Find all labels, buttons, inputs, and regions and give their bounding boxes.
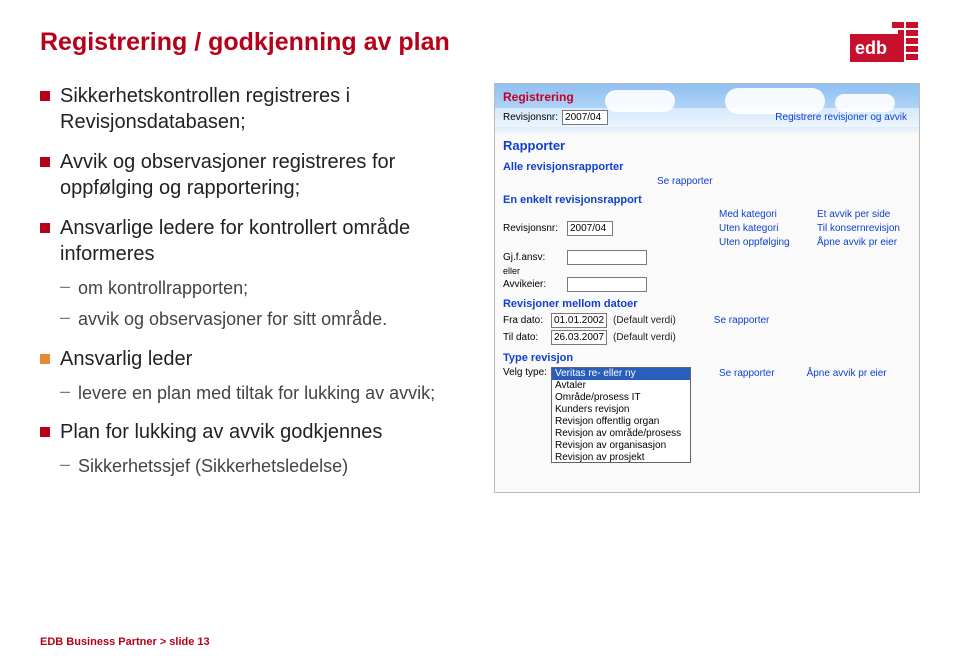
alle-rapporter-heading: Alle revisjonsrapporter [495, 155, 919, 175]
listbox-option[interactable]: Område/prosess IT [552, 392, 690, 404]
default-note-2: (Default verdi) [613, 332, 676, 343]
app-header: Registrering Revisjonsnr: 2007/04 Regist… [495, 84, 919, 134]
et-avvik-link[interactable]: Et avvik per side [813, 208, 911, 221]
slide-title: Registrering / godkjenning av plan [40, 28, 920, 57]
default-note: (Default verdi) [613, 315, 676, 326]
bullet-list: Sikkerhetskontrollen registreres i Revis… [40, 83, 466, 493]
app-screenshot: Registrering Revisjonsnr: 2007/04 Regist… [494, 83, 920, 493]
bullet-item: Plan for lukking av avvik godkjennes Sik… [40, 419, 466, 478]
se-rapporter-link-3[interactable]: Se rapporter [715, 367, 779, 380]
listbox-option[interactable]: Avtaler [552, 380, 690, 392]
revisjonsnr-input[interactable]: 2007/04 [562, 110, 608, 125]
bullet-text: Plan for lukking av avvik godkjennes [60, 421, 382, 443]
uten-oppfolging-link[interactable]: Uten oppfølging [715, 236, 813, 249]
mellom-datoer-heading: Revisjoner mellom datoer [495, 292, 919, 312]
registrere-link[interactable]: Registrere revisjoner og avvik [771, 111, 911, 124]
se-rapporter-link-2[interactable]: Se rapporter [710, 314, 774, 327]
fra-dato-input[interactable]: 01.01.2002 [551, 313, 607, 328]
type-revisjon-heading: Type revisjon [495, 346, 919, 366]
rapporter-heading: Rapporter [495, 134, 919, 155]
gjfansv-label: Gj.f.ansv: [503, 252, 561, 263]
bullet-item: Ansvarlig leder levere en plan med tilta… [40, 346, 466, 405]
listbox-option[interactable]: Kunders revisjon [552, 404, 690, 416]
revnr-label: Revisjonsnr: [503, 223, 561, 234]
fra-dato-label: Fra dato: [503, 315, 547, 326]
til-dato-input[interactable]: 26.03.2007 [551, 330, 607, 345]
apne-avvik-link[interactable]: Åpne avvik pr eier [813, 236, 911, 249]
med-kategori-link[interactable]: Med kategori [715, 208, 813, 221]
listbox-option[interactable]: Revisjon av prosjekt [552, 452, 690, 463]
enkel-rapport-heading: En enkelt revisjonsrapport [495, 188, 919, 208]
avvikeier-label: Avvikeier: [503, 279, 561, 290]
sub-bullet: avvik og observasjoner for sitt område. [60, 308, 466, 331]
revnr-input[interactable]: 2007/04 [567, 221, 613, 236]
listbox-option[interactable]: Revisjon av område/prosess [552, 428, 690, 440]
se-rapporter-link[interactable]: Se rapporter [653, 175, 717, 188]
bullet-item: Sikkerhetskontrollen registreres i Revis… [40, 83, 466, 135]
edb-logo: edb [850, 20, 920, 64]
listbox-option[interactable]: Revisjon av organisasjon [552, 440, 690, 452]
listbox-option[interactable]: Veritas re- eller ny [552, 368, 690, 380]
type-listbox[interactable]: Veritas re- eller ny Avtaler Område/pros… [551, 367, 691, 463]
bullet-text: Ansvarlige ledere for kontrollert område… [60, 217, 410, 265]
app-section-title: Registrering [503, 90, 574, 104]
listbox-option[interactable]: Revisjon offentlig organ [552, 416, 690, 428]
sub-bullet: Sikkerhetssjef (Sikkerhetsledelse) [60, 455, 466, 478]
bullet-item: Avvik og observasjoner registreres for o… [40, 149, 466, 201]
eller-label: eller [503, 266, 561, 276]
sub-bullet: om kontrollrapporten; [60, 277, 466, 300]
til-dato-label: Til dato: [503, 332, 547, 343]
bullet-item: Ansvarlige ledere for kontrollert område… [40, 215, 466, 332]
revisjonsnr-label: Revisjonsnr: [503, 112, 558, 123]
uten-kategori-link[interactable]: Uten kategori [715, 222, 813, 235]
til-konsern-link[interactable]: Til konsernrevisjon [813, 222, 911, 235]
bullet-text: Ansvarlig leder [60, 348, 192, 370]
velg-type-label: Velg type: [503, 367, 547, 378]
svg-text:edb: edb [855, 38, 887, 58]
sub-bullet: levere en plan med tiltak for lukking av… [60, 382, 466, 405]
apne-avvik-link-2[interactable]: Åpne avvik pr eier [803, 367, 891, 380]
slide-footer: EDB Business Partner > slide 13 [40, 636, 210, 648]
gjfansv-input[interactable] [567, 250, 647, 265]
avvikeier-input[interactable] [567, 277, 647, 292]
